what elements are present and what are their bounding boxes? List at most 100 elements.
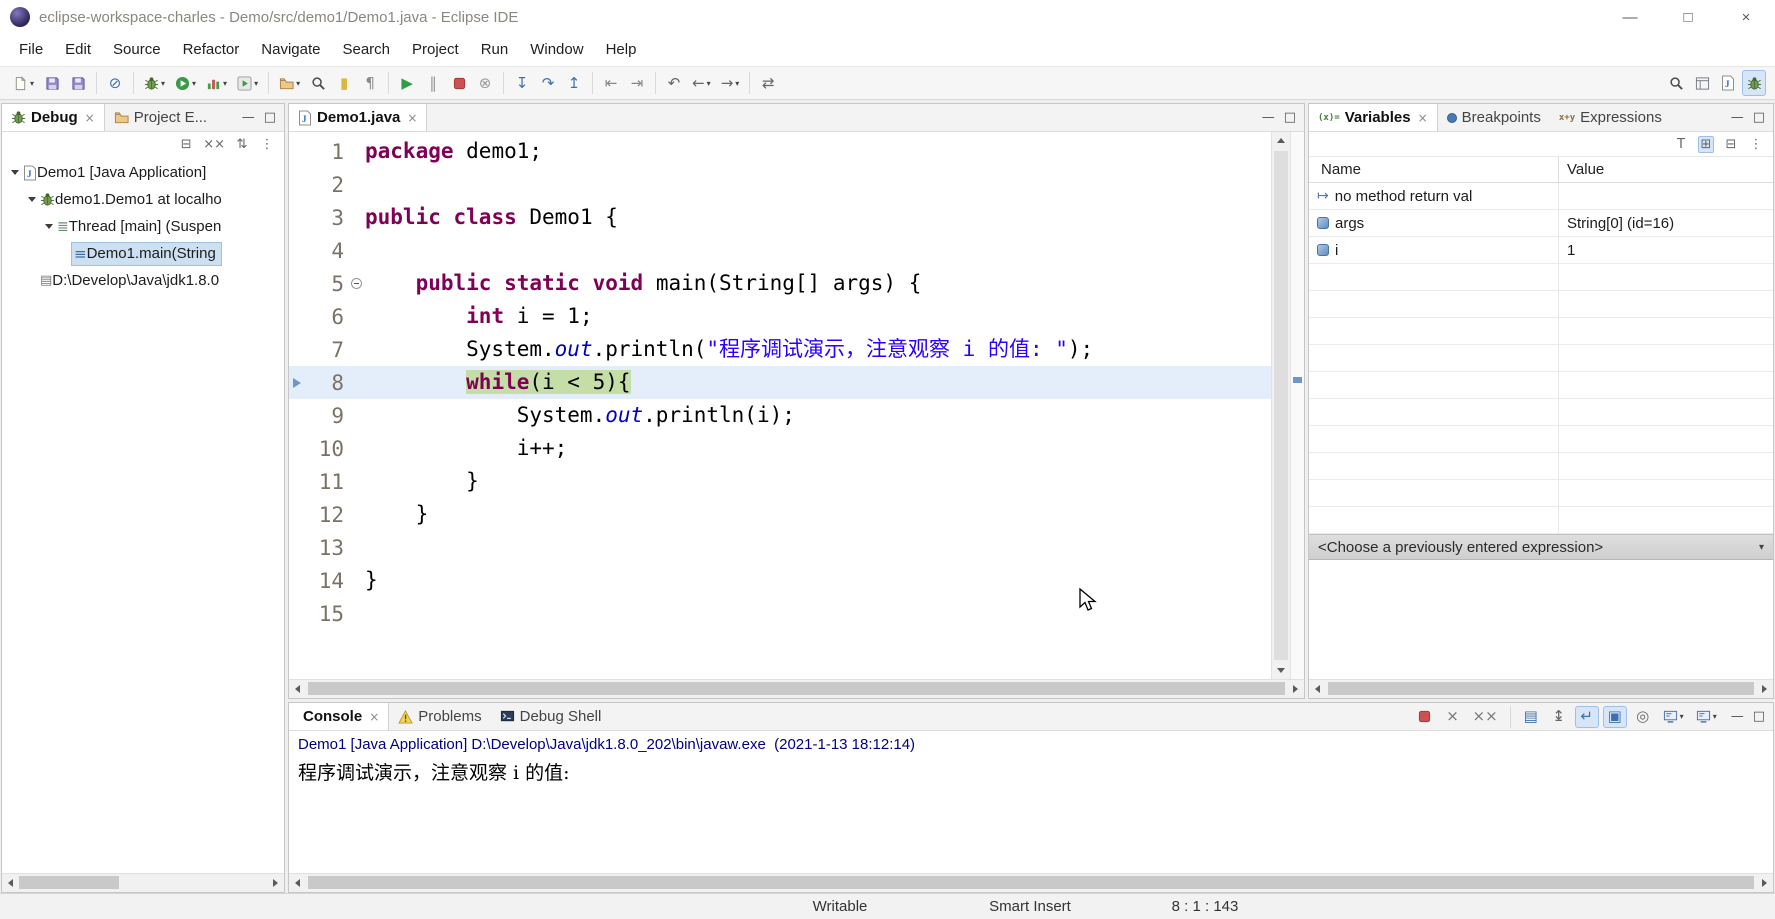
scroll-left-icon[interactable]	[289, 874, 306, 892]
sort-icon[interactable]: ⇅	[234, 137, 250, 152]
run-icon[interactable]: ▾	[171, 70, 200, 96]
external-tools-icon[interactable]: ▾	[233, 70, 262, 96]
menu-refactor[interactable]: Refactor	[172, 34, 251, 66]
line-number[interactable]: 2	[305, 173, 347, 197]
display-console-icon[interactable]: ▾	[1659, 706, 1688, 728]
debug-tree[interactable]: JDemo1 [Java Application]demo1.Demo1 at …	[2, 156, 284, 294]
scroll-up-icon[interactable]	[1272, 132, 1290, 149]
code-line-12[interactable]: 12 }	[289, 498, 1271, 531]
open-console-icon[interactable]: ▾	[1692, 706, 1721, 728]
editor-vscrollbar[interactable]	[1271, 132, 1290, 679]
scroll-down-icon[interactable]	[1272, 662, 1290, 679]
dropdown-caret-icon[interactable]: ▾	[223, 79, 227, 88]
dropdown-caret-icon[interactable]: ▾	[1713, 712, 1717, 721]
coverage-icon[interactable]: ▾	[202, 70, 231, 96]
line-number[interactable]: 10	[305, 437, 347, 461]
right-panel-tab-variables[interactable]: (x)=Variables×	[1309, 104, 1438, 131]
code-line-8[interactable]: 8 while(i < 5){	[289, 366, 1271, 399]
line-number[interactable]: 3	[305, 206, 347, 230]
scrollbar-track[interactable]	[306, 874, 1756, 892]
open-type-icon[interactable]	[306, 70, 330, 96]
maximize-view-icon[interactable]: □	[264, 110, 276, 125]
maximize-view-icon[interactable]: □	[1753, 110, 1765, 125]
right-panel-tab-expressions[interactable]: x+yExpressions	[1550, 104, 1671, 131]
line-number[interactable]: 1	[305, 140, 347, 164]
column-header-name[interactable]: Name	[1309, 157, 1559, 182]
scroll-right-icon[interactable]	[1756, 680, 1773, 698]
minimize-view-icon[interactable]: —	[1731, 709, 1744, 724]
resume-icon[interactable]: ▶	[395, 70, 419, 96]
save-all-icon[interactable]	[66, 70, 90, 96]
remove-launch-icon[interactable]: ×	[1441, 706, 1465, 728]
line-number[interactable]: 12	[305, 503, 347, 527]
dropdown-caret-icon[interactable]: ▾	[296, 79, 300, 88]
debug-view-tab-project-e[interactable]: Project E...	[105, 104, 216, 131]
collapse-all-icon[interactable]: ⊟	[178, 137, 194, 152]
open-perspective-icon[interactable]	[1690, 70, 1714, 96]
menu-navigate[interactable]: Navigate	[250, 34, 331, 66]
line-number[interactable]: 8	[305, 371, 347, 395]
use-step-filters-icon[interactable]: ⇥	[625, 70, 649, 96]
scroll-left-icon[interactable]	[289, 680, 306, 698]
code-line-10[interactable]: 10 i++;	[289, 432, 1271, 465]
new-wizard-icon[interactable]: ▾	[9, 70, 38, 96]
dropdown-caret-icon[interactable]: ▾	[254, 79, 258, 88]
code-line-6[interactable]: 6 int i = 1;	[289, 300, 1271, 333]
line-number[interactable]: 7	[305, 338, 347, 362]
last-edit-location-icon[interactable]: ↶	[662, 70, 686, 96]
clear-console-icon[interactable]: ▤	[1519, 706, 1543, 728]
tree-node-thread[interactable]: ≣Thread [main] (Suspen	[2, 213, 284, 240]
code-line-1[interactable]: 1package demo1;	[289, 135, 1271, 168]
line-number[interactable]: 9	[305, 404, 347, 428]
expression-combo[interactable]: <Choose a previously entered expression>…	[1309, 534, 1773, 560]
word-wrap-icon[interactable]: ↵	[1575, 706, 1599, 728]
console-tab-problems[interactable]: Problems	[389, 703, 490, 730]
scroll-right-icon[interactable]	[267, 874, 284, 892]
view-menu-icon[interactable]: ⋮	[1748, 137, 1764, 152]
line-number[interactable]: 15	[305, 602, 347, 626]
scroll-right-icon[interactable]	[1287, 680, 1304, 698]
remove-all-launches-icon[interactable]: ××	[1469, 706, 1502, 728]
tree-node-debug-target[interactable]: demo1.Demo1 at localho	[2, 186, 284, 213]
close-tab-icon[interactable]: ×	[369, 710, 379, 724]
code-line-14[interactable]: 14}	[289, 564, 1271, 597]
pin-console-icon[interactable]: ◎	[1631, 706, 1655, 728]
code-line-11[interactable]: 11 }	[289, 465, 1271, 498]
minimize-window-button[interactable]: —	[1601, 0, 1659, 34]
line-number[interactable]: 4	[305, 239, 347, 263]
code-line-4[interactable]: 4	[289, 234, 1271, 267]
scrollbar-thumb[interactable]	[308, 876, 1754, 889]
variables-table-header[interactable]: Name Value	[1309, 156, 1773, 183]
menu-window[interactable]: Window	[519, 34, 594, 66]
scroll-left-icon[interactable]	[2, 874, 19, 892]
fold-marker-icon[interactable]	[347, 278, 365, 289]
dropdown-caret-icon[interactable]: ▾	[192, 79, 196, 88]
code-line-2[interactable]: 2	[289, 168, 1271, 201]
variables-hscrollbar[interactable]	[1309, 679, 1773, 698]
maximize-window-button[interactable]: □	[1659, 0, 1717, 34]
chevron-down-icon[interactable]: ▾	[1759, 542, 1764, 553]
scroll-left-icon[interactable]	[1309, 680, 1326, 698]
skip-all-breakpoints-icon[interactable]: ⊘	[103, 70, 127, 96]
line-number[interactable]: 14	[305, 569, 347, 593]
maximize-view-icon[interactable]: □	[1284, 110, 1296, 125]
console-hscrollbar[interactable]	[289, 873, 1773, 892]
scrollbar-track[interactable]	[1326, 680, 1756, 698]
tree-expander-icon[interactable]	[42, 224, 55, 229]
scrollbar-thumb[interactable]	[19, 876, 119, 889]
scrollbar-track[interactable]	[306, 680, 1287, 698]
step-return-icon[interactable]: ↥	[562, 70, 586, 96]
code-line-7[interactable]: 7 System.out.println("程序调试演示，注意观察 i 的值: …	[289, 333, 1271, 366]
line-number[interactable]: 13	[305, 536, 347, 560]
dropdown-caret-icon[interactable]: ▾	[707, 79, 711, 88]
code-line-5[interactable]: 5 public static void main(String[] args)…	[289, 267, 1271, 300]
editor-hscrollbar[interactable]	[289, 679, 1304, 698]
variable-row-i[interactable]: i1	[1309, 237, 1773, 264]
tree-expander-icon[interactable]	[25, 197, 38, 202]
search-icon[interactable]	[1664, 70, 1688, 96]
editor-tab-demo1-java[interactable]: JDemo1.java×	[289, 104, 427, 131]
scrollbar-thumb[interactable]	[1328, 682, 1754, 695]
tree-expander-icon[interactable]	[8, 170, 21, 175]
scrollbar-thumb[interactable]	[308, 682, 1285, 695]
close-window-button[interactable]: ×	[1717, 0, 1775, 34]
